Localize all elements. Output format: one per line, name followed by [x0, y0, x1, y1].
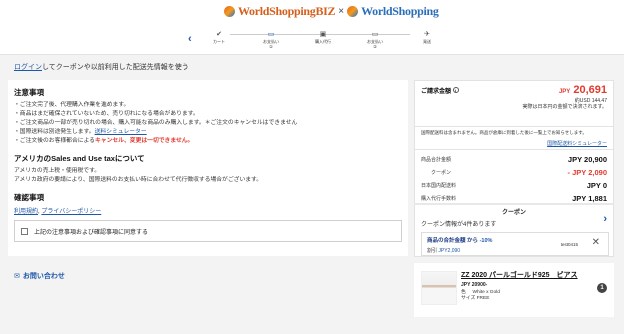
checkout-steps: ‹ ✔ カート ▭ お支払い ① ▣ 購入代行 ▭ お支払い ② ✈ 発送 [188, 30, 448, 52]
total-currency: JPY [558, 89, 571, 95]
login-notice-text: してクーポンや以前利用した配送先情報を使う [42, 64, 189, 71]
coupon-discount-label: 割引 [427, 248, 439, 254]
product-name[interactable]: ZZ 2020 パールゴールド925 ピアス [461, 270, 578, 280]
row-value: JPY 20,900 [567, 155, 607, 164]
product-price: JPY 20900- [461, 282, 488, 288]
caution-item-text: ・国際送料は別途発生します。 [14, 129, 95, 135]
header: WorldShoppingBIZ × WorldShopping ‹ ✔ カート… [0, 0, 624, 55]
row-value: - JPY 2,090 [567, 168, 607, 177]
plane-icon: ✈ [424, 31, 430, 38]
brand-logo: WorldShoppingBIZ × WorldShopping [224, 2, 439, 20]
row-label: 日本国内配送料 [421, 183, 457, 189]
coupon-panel: クーポン クーポン情報が4件あります › 商品の合計金額 から -10% 割引 … [414, 203, 614, 257]
product-card: ZZ 2020 パールゴールド925 ピアス JPY 20900- 色 Whit… [414, 263, 614, 317]
summary-row: 商品合計金額 JPY 20,900 [415, 153, 613, 166]
row-label: クーポン [431, 170, 452, 176]
contact-label: お問い合わせ [22, 273, 65, 280]
total-value: 20,691 [573, 84, 607, 96]
intl-shipping-simulator-link[interactable]: 国際配送料シミュレーター [547, 140, 607, 147]
step-label: カート [213, 39, 225, 44]
cancel-warning: キャンセル、変更は一切できません。 [94, 138, 194, 144]
step-label: 発送 [423, 39, 431, 44]
tax-line: アメリカ政府の要請により、国際送料のお支払い時に合わせて代行徴収する場合がござい… [14, 177, 263, 183]
row-label: 商品合計金額 [421, 157, 452, 163]
step-number: ② [373, 44, 377, 49]
row-value: JPY 0 [586, 181, 607, 190]
terms-link[interactable]: 利用規約 [14, 209, 38, 215]
coupon-card-title-text: 商品の合計金額 から [427, 238, 480, 244]
cart-icon: ✔ [216, 31, 222, 38]
product-options: 色 White x Gold サイズ FREE [461, 290, 500, 302]
color-value: White x Gold [472, 290, 500, 295]
intl-note-text: 国際配送料は含まれません。商品が倉庫に到着した後に一覧上でお知らせします。 [421, 130, 587, 135]
agree-label: 上記の注意事項および確認事項に同意する [34, 229, 149, 236]
intl-shipping-note: 国際配送料は含まれません。商品が倉庫に到着した後に一覧上でお知らせします。 国際… [415, 126, 613, 150]
tax-line: アメリカの売上税・使用税です。 [14, 168, 101, 174]
coupon-title: クーポン [501, 210, 526, 216]
product-image[interactable] [421, 271, 457, 305]
login-link[interactable]: ログイン [14, 64, 42, 71]
close-icon[interactable]: ✕ [592, 237, 600, 248]
step-purchase: ▣ 購入代行 [308, 30, 338, 44]
worldshopping-logo-icon [224, 5, 235, 17]
card-icon: ▭ [371, 31, 379, 38]
shipping-simulator-link[interactable]: 送料シミュレーター [95, 129, 147, 135]
brand-separator: × [338, 5, 345, 17]
summary-row: 日本国内配送料 JPY 0 [415, 179, 613, 192]
cautions-title: 注意事項 [14, 88, 44, 97]
agree-checkbox[interactable] [21, 227, 28, 235]
caution-item: ・ご注文完了後、代理購入作業を進めます。 [14, 102, 130, 108]
quantity-badge: 1 [597, 283, 607, 293]
confirm-title: 確認事項 [14, 193, 44, 202]
chevron-right-icon[interactable]: › [603, 213, 607, 225]
size-value: FREE [476, 296, 490, 301]
step-label: 購入代行 [315, 39, 331, 44]
step-shipping: ✈ 発送 [412, 30, 442, 44]
coupon-discount-amount: JPY2,090 [438, 248, 461, 254]
summary-title-text: ご請求金額 [421, 89, 452, 95]
usd-note: 実際は日本円の金額で決済されます。 [522, 104, 607, 110]
caution-item: ・商品はまだ確保されていないため、売り切れになる場合があります。 [14, 111, 199, 117]
cautions-panel: 注意事項 ・ご注文完了後、代理購入作業を進めます。 ・商品はまだ確保されていない… [8, 80, 408, 256]
step-number: ① [269, 44, 273, 49]
applied-coupon-card: 商品の合計金額 から -10% 割引 JPY2,090 test0415 ✕ [421, 232, 609, 256]
tax-title: アメリカのSales and Use taxについて [14, 154, 145, 163]
usd-estimate: 約USD 144.47 実際は日本円の金額で決済されます。 [522, 98, 607, 110]
row-label: 購入代行手数料 [421, 196, 457, 202]
confirm-links: 利用規約, プライバシーポリシー [14, 206, 402, 215]
back-arrow-icon[interactable]: ‹ [188, 33, 198, 45]
summary-row: クーポン - JPY 2,090 [415, 166, 613, 179]
privacy-link[interactable]: プライバシーポリシー [41, 209, 101, 215]
coupon-code: test0415 [560, 242, 578, 247]
row-value: JPY 1,881 [572, 194, 607, 203]
size-label: サイズ [461, 296, 476, 301]
card-icon: ▭ [267, 31, 275, 38]
login-notice: ログインしてクーポンや以前利用した配送先情報を使う [14, 62, 189, 72]
caution-item: ・ご注文後のお客様都合によるキャンセル、変更は一切できません。 [14, 137, 402, 146]
caution-item-text: ・ご注文後のお客様都合による [14, 138, 95, 144]
agree-checkbox-row[interactable]: 上記の注意事項および確認事項に同意する [14, 220, 402, 242]
coupon-card-sub: 割引 JPY2,090 [427, 247, 603, 254]
contact-link[interactable]: ✉ お問い合わせ [14, 271, 65, 281]
caution-item: ・国際送料は別途発生します。送料シミュレーター [14, 128, 402, 137]
step-cart: ✔ カート [204, 30, 234, 44]
brand-ws-name: WorldShopping [361, 3, 439, 18]
total-amount: JPY 20,691 [559, 84, 607, 96]
coupon-info[interactable]: クーポン情報が4件あります [415, 219, 613, 228]
brand-biz-name: WorldShoppingBIZ [238, 3, 336, 18]
gift-icon: ▣ [319, 31, 327, 38]
step-payment-1: ▭ お支払い ① [256, 30, 286, 49]
mail-icon: ✉ [14, 273, 20, 280]
step-payment-2: ▭ お支払い ② [360, 30, 390, 49]
info-icon[interactable]: i [452, 87, 459, 93]
coupon-percent: -10% [479, 238, 493, 244]
worldshopping-logo-icon-2 [347, 5, 359, 17]
caution-item: ・ご注文商品の一部が売り切れの場合、購入可能な商品のみ購入します。＊ご注文のキャ… [14, 120, 298, 126]
color-label: 色 [461, 290, 466, 295]
